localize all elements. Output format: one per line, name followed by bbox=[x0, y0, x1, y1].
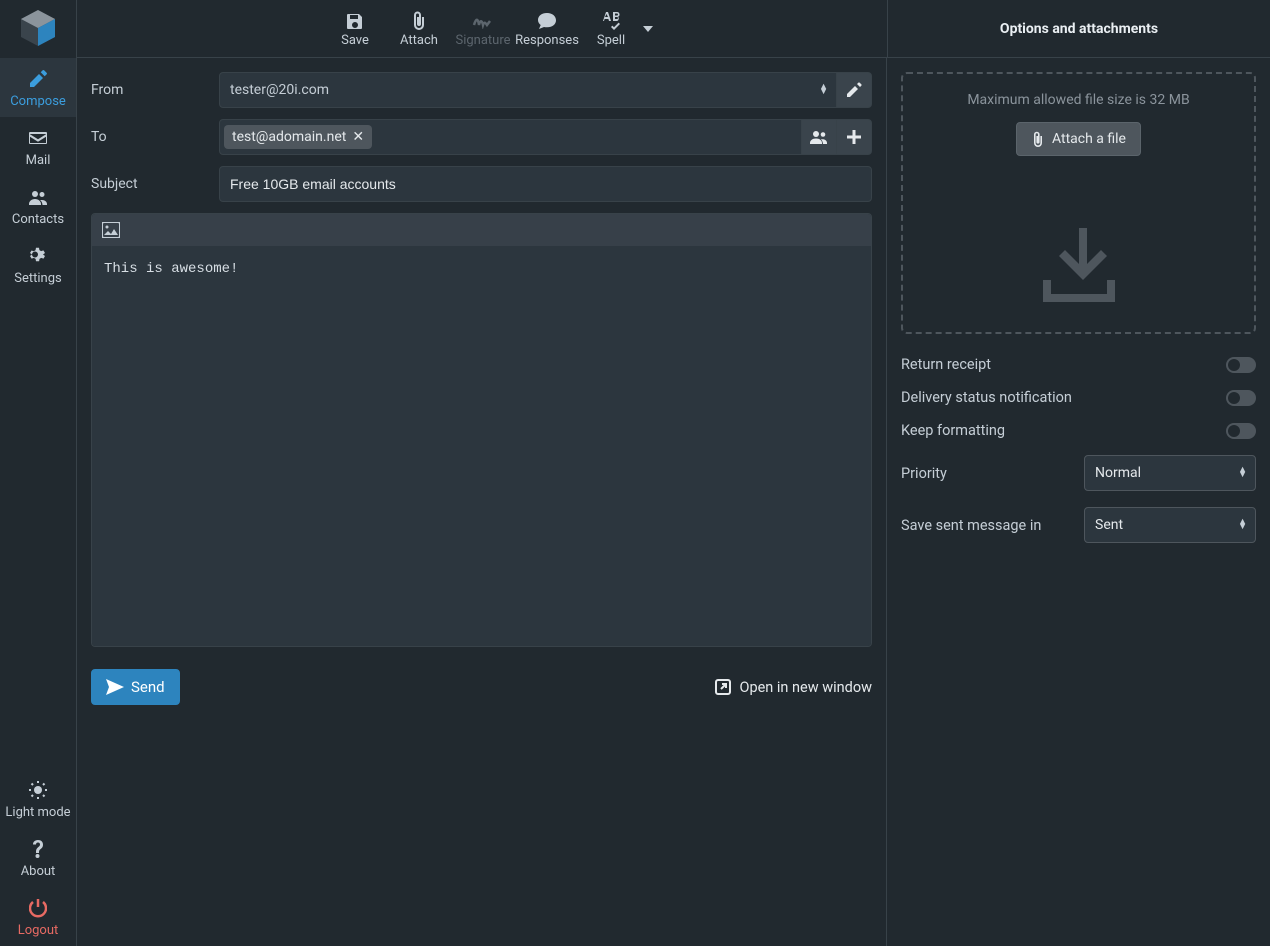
send-button[interactable]: Send bbox=[91, 669, 180, 705]
send-icon bbox=[106, 679, 124, 695]
question-icon bbox=[31, 838, 45, 860]
return-receipt-toggle[interactable] bbox=[1226, 357, 1256, 373]
save-sent-select[interactable]: Sent ▲▼ bbox=[1084, 507, 1256, 543]
sidebar-item-about[interactable]: About bbox=[0, 828, 76, 887]
to-label: To bbox=[91, 129, 219, 145]
spell-dropdown-caret[interactable] bbox=[643, 26, 657, 32]
gear-icon bbox=[28, 245, 48, 267]
plus-icon bbox=[847, 130, 861, 144]
sidebar-item-compose[interactable]: Compose bbox=[0, 58, 76, 117]
delivery-status-label: Delivery status notification bbox=[901, 389, 1072, 406]
sidebar-item-label: Contacts bbox=[12, 212, 64, 227]
sidebar-item-settings[interactable]: Settings bbox=[0, 235, 76, 294]
priority-select[interactable]: Normal ▲▼ bbox=[1084, 455, 1256, 491]
insert-image-button[interactable] bbox=[102, 222, 120, 238]
attachment-dropzone[interactable]: Maximum allowed file size is 32 MB Attac… bbox=[901, 72, 1256, 334]
contacts-icon bbox=[27, 186, 49, 208]
paperclip-icon bbox=[1031, 131, 1045, 147]
keep-formatting-label: Keep formatting bbox=[901, 422, 1005, 439]
mail-icon bbox=[28, 127, 48, 149]
subject-label: Subject bbox=[91, 176, 219, 192]
editor-toolbar bbox=[92, 214, 871, 246]
attach-file-button[interactable]: Attach a file bbox=[1016, 122, 1141, 156]
sidebar-item-logout[interactable]: Logout bbox=[0, 887, 76, 946]
sidebar-item-label: Logout bbox=[18, 923, 59, 938]
spell-icon bbox=[600, 9, 622, 33]
select-arrows-icon: ▲▼ bbox=[1238, 468, 1247, 478]
external-icon bbox=[715, 679, 731, 695]
save-sent-label: Save sent message in bbox=[901, 517, 1041, 534]
dropzone-text: Maximum allowed file size is 32 MB bbox=[967, 92, 1189, 108]
sidebar-item-label: Settings bbox=[14, 271, 61, 286]
download-icon bbox=[1035, 220, 1123, 308]
select-arrows-icon: ▲▼ bbox=[1238, 520, 1247, 530]
options-pane: Maximum allowed file size is 32 MB Attac… bbox=[887, 58, 1270, 946]
top-toolbar: Save Attach Signature bbox=[77, 0, 1270, 58]
sidebar-item-contacts[interactable]: Contacts bbox=[0, 176, 76, 235]
sidebar: Compose Mail Contacts Settings Light mo bbox=[0, 0, 77, 946]
remove-recipient-icon[interactable]: ✕ bbox=[352, 129, 364, 145]
subject-input[interactable] bbox=[219, 166, 872, 202]
caret-down-icon bbox=[643, 26, 653, 32]
add-recipient-button[interactable] bbox=[836, 119, 872, 155]
app-logo[interactable] bbox=[0, 0, 76, 58]
spell-button[interactable]: Spell bbox=[579, 0, 643, 58]
save-icon bbox=[346, 9, 364, 33]
power-icon bbox=[29, 897, 47, 919]
keep-formatting-toggle[interactable] bbox=[1226, 423, 1256, 439]
responses-button[interactable]: Responses bbox=[515, 0, 579, 58]
image-icon bbox=[102, 222, 120, 238]
comment-icon bbox=[537, 9, 557, 33]
sidebar-item-label: Mail bbox=[26, 153, 51, 168]
signature-button[interactable]: Signature bbox=[451, 0, 515, 58]
editor: This is awesome! bbox=[91, 213, 872, 647]
signature-icon bbox=[472, 9, 494, 33]
paperclip-icon bbox=[411, 9, 427, 33]
return-receipt-label: Return receipt bbox=[901, 356, 991, 373]
save-button[interactable]: Save bbox=[323, 0, 387, 58]
compose-icon bbox=[28, 68, 48, 90]
cube-logo-icon bbox=[15, 6, 61, 52]
pencil-icon bbox=[846, 82, 862, 98]
from-label: From bbox=[91, 82, 219, 98]
attach-button[interactable]: Attach bbox=[387, 0, 451, 58]
sidebar-item-label: About bbox=[21, 864, 56, 879]
add-contact-button[interactable] bbox=[801, 119, 837, 155]
select-arrows-icon: ▲▼ bbox=[819, 85, 828, 95]
editor-body[interactable]: This is awesome! bbox=[92, 246, 871, 646]
options-header: Options and attachments bbox=[887, 0, 1270, 57]
sidebar-item-lightmode[interactable]: Light mode bbox=[0, 769, 76, 828]
sun-icon bbox=[28, 779, 48, 801]
recipient-chip[interactable]: test@adomain.net ✕ bbox=[224, 125, 372, 149]
sidebar-item-mail[interactable]: Mail bbox=[0, 117, 76, 176]
priority-label: Priority bbox=[901, 465, 947, 482]
from-select[interactable]: tester@20i.com ▲▼ bbox=[219, 72, 837, 108]
compose-pane: From tester@20i.com ▲▼ To bbox=[77, 58, 887, 946]
contacts-icon bbox=[809, 129, 829, 145]
sidebar-item-label: Light mode bbox=[5, 805, 70, 820]
to-field[interactable]: test@adomain.net ✕ bbox=[219, 119, 802, 155]
delivery-status-toggle[interactable] bbox=[1226, 390, 1256, 406]
edit-identity-button[interactable] bbox=[836, 72, 872, 108]
open-new-window-button[interactable]: Open in new window bbox=[715, 679, 872, 696]
sidebar-item-label: Compose bbox=[10, 94, 66, 109]
